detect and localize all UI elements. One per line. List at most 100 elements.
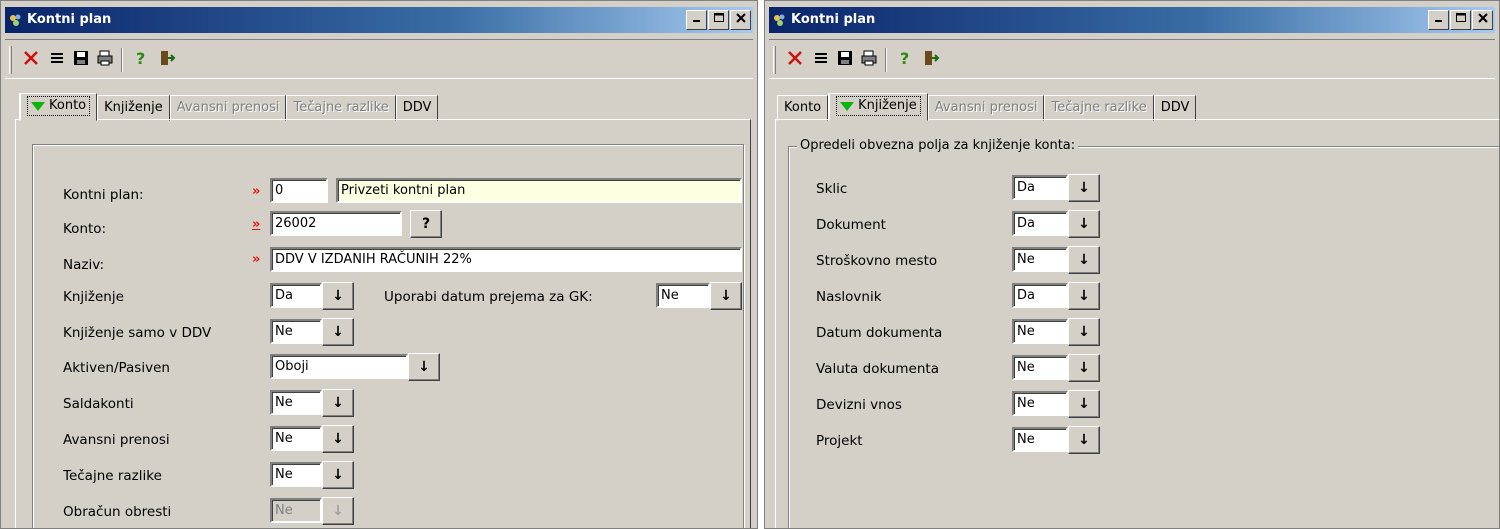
knjizenje-ddv-select[interactable]: Ne [270, 319, 322, 344]
tab-label: Konto [49, 98, 87, 113]
field-label-sklic: Sklic [816, 181, 848, 197]
konto-tab-panel: Kontni plan: » 0 Privzeti kontni plan Ko… [15, 119, 751, 528]
maximize-icon [1455, 7, 1466, 33]
toolbar-grip[interactable] [9, 46, 12, 74]
exit-icon [922, 49, 940, 71]
list-button[interactable] [45, 48, 69, 72]
exit-button[interactable] [919, 48, 943, 72]
valuta-dokumenta-select[interactable]: Ne [1012, 355, 1068, 380]
aktiven-pasiven-select[interactable]: Oboji [270, 354, 408, 379]
save-icon [836, 49, 854, 71]
dokument-select[interactable]: Da [1012, 211, 1068, 236]
konto-input[interactable]: 26002 [270, 211, 402, 236]
window-title: Kontni plan [791, 12, 876, 27]
uporabi-datum-select[interactable]: Ne [656, 283, 710, 308]
devizni-vnos-dropdown-button[interactable]: ↓ [1068, 390, 1100, 418]
help-button[interactable]: ? [129, 48, 153, 72]
toolbar: ? [5, 39, 753, 79]
tab-label: Tečajne razlike [293, 100, 389, 115]
delete-button[interactable] [19, 48, 43, 72]
save-button[interactable] [69, 48, 93, 72]
minimize-button[interactable] [686, 10, 707, 30]
devizni-vnos-select[interactable]: Ne [1012, 391, 1068, 416]
avansni-prenosi-select[interactable]: Ne [270, 426, 322, 451]
tab-knjizenje[interactable]: Knjiženje [828, 93, 928, 121]
knjizenje-dropdown-button[interactable]: ↓ [322, 282, 354, 310]
naziv-input[interactable]: DDV V IZDANIH RAČUNIH 22% [270, 247, 742, 272]
stroskovno-mesto-dropdown-button[interactable]: ↓ [1068, 246, 1100, 274]
tab-knjizenje[interactable]: Knjiženje [97, 95, 170, 121]
close-button[interactable] [1472, 10, 1493, 30]
required-marker: » [252, 252, 261, 267]
down-arrow-icon: ↓ [332, 503, 344, 519]
list-button[interactable] [809, 48, 833, 72]
konto-lookup-button[interactable]: ? [410, 210, 442, 238]
exit-icon [158, 49, 176, 71]
tab-avansni-prenosi: Avansni prenosi [927, 95, 1045, 121]
group-title: Opredeli obvezna polja za knjiženje kont… [797, 138, 1079, 153]
minimize-button[interactable] [1428, 10, 1449, 30]
obracun-obresti-select: Ne [270, 498, 322, 523]
projekt-select[interactable]: Ne [1012, 427, 1068, 452]
tab-label: DDV [1160, 100, 1190, 115]
required-marker: » [252, 184, 261, 199]
help-button[interactable]: ? [893, 48, 917, 72]
sklic-dropdown-button[interactable]: ↓ [1068, 174, 1100, 202]
tab-konto[interactable]: Konto [777, 95, 829, 121]
uporabi-datum-dropdown-button[interactable]: ↓ [710, 282, 742, 310]
kontni-plan-name-field: Privzeti kontni plan [336, 178, 742, 203]
aktiven-pasiven-dropdown-button[interactable]: ↓ [408, 353, 440, 381]
konto-label: Konto: [63, 221, 107, 237]
title-bar[interactable]: Kontni plan [769, 7, 1495, 33]
datum-dokumenta-select[interactable]: Ne [1012, 319, 1068, 344]
tab-tecajne-razlike: Tečajne razlike [286, 95, 396, 121]
app-icon [8, 12, 24, 28]
tecajne-razlike-select[interactable]: Ne [270, 462, 322, 487]
save-button[interactable] [833, 48, 857, 72]
tab-ddv[interactable]: DDV [1153, 95, 1197, 121]
field-label-datum-dokumenta: Datum dokumenta [816, 325, 943, 341]
projekt-dropdown-button[interactable]: ↓ [1068, 426, 1100, 454]
stroskovno-mesto-select[interactable]: Ne [1012, 247, 1068, 272]
naslovnik-select[interactable]: Da [1012, 283, 1068, 308]
saldakonti-select[interactable]: Ne [270, 390, 322, 415]
tab-label: Knjiženje [858, 98, 917, 113]
maximize-button[interactable] [708, 10, 729, 30]
field-label-devizni-vnos: Devizni vnos [816, 397, 902, 413]
toolbar: ? [769, 39, 1495, 79]
down-arrow-icon: ↓ [1078, 180, 1090, 196]
tab-ddv[interactable]: DDV [395, 95, 439, 121]
sklic-select[interactable]: Da [1012, 175, 1068, 200]
tecajne-razlike-dropdown-button[interactable]: ↓ [322, 461, 354, 489]
title-bar[interactable]: Kontni plan [5, 7, 753, 33]
exit-button[interactable] [155, 48, 179, 72]
toolbar-separator [885, 48, 887, 72]
print-button[interactable] [857, 48, 881, 72]
close-icon [1477, 7, 1488, 33]
field-label-stroskovno-mesto: Stroškovno mesto [816, 253, 938, 269]
close-button[interactable] [730, 10, 751, 30]
down-arrow-icon: ↓ [1078, 288, 1090, 304]
knjizenje-select[interactable]: Da [270, 283, 322, 308]
naslovnik-dropdown-button[interactable]: ↓ [1068, 282, 1100, 310]
dokument-dropdown-button[interactable]: ↓ [1068, 210, 1100, 238]
saldakonti-dropdown-button[interactable]: ↓ [322, 389, 354, 417]
tab-konto[interactable]: Konto [19, 93, 98, 121]
avansni-prenosi-dropdown-button[interactable]: ↓ [322, 425, 354, 453]
print-button[interactable] [93, 48, 117, 72]
down-arrow-icon: ↓ [1078, 396, 1090, 412]
minimize-icon [692, 7, 702, 33]
valuta-dokumenta-dropdown-button[interactable]: ↓ [1068, 354, 1100, 382]
datum-dokumenta-dropdown-button[interactable]: ↓ [1068, 318, 1100, 346]
field-label-projekt: Projekt [816, 433, 863, 449]
down-arrow-icon: ↓ [1078, 360, 1090, 376]
delete-button[interactable] [783, 48, 807, 72]
toolbar-grip[interactable] [773, 46, 776, 74]
maximize-button[interactable] [1450, 10, 1471, 30]
kontni-plan-code-input[interactable]: 0 [270, 178, 328, 203]
knjizenje-ddv-dropdown-button[interactable]: ↓ [322, 318, 354, 346]
tab-label: Tečajne razlike [1051, 100, 1147, 115]
help-icon: ? [132, 49, 150, 71]
help-icon: ? [896, 49, 914, 71]
down-arrow-icon: ↓ [332, 395, 344, 411]
